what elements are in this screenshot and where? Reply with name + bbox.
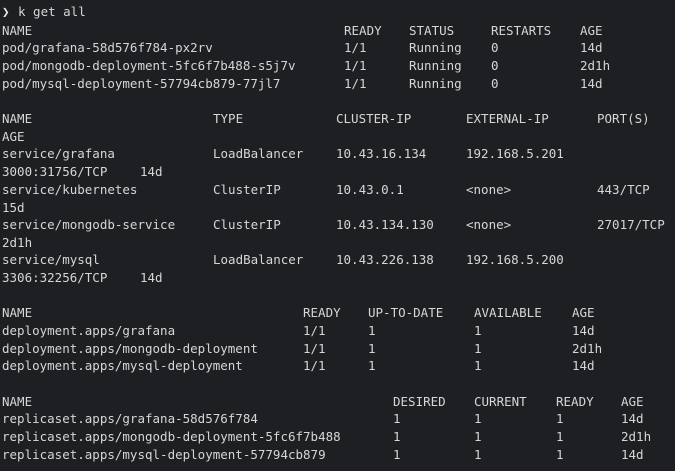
table-cell: deployment.apps/mysql-deployment <box>2 358 243 373</box>
table-cell: <none> <box>466 182 512 197</box>
table-cell: 10.43.0.1 <box>336 182 404 197</box>
table-cell: service/grafana <box>2 146 115 161</box>
column-header: NAME <box>2 394 33 409</box>
table-cell: service/mysql <box>2 252 100 267</box>
table-cell: replicaset.apps/grafana-58d576f784 <box>2 411 258 426</box>
column-header: AGE <box>572 305 595 320</box>
table-cell: 1 <box>556 411 564 426</box>
table-cell: 1 <box>556 447 564 462</box>
column-header: PORT(S) <box>597 111 650 126</box>
table-cell: 1 <box>474 341 482 356</box>
table-cell: 14d <box>140 164 163 179</box>
table-cell: 2d1h <box>621 429 652 444</box>
table-cell: 14d <box>621 411 644 426</box>
table-cell: 1 <box>474 323 482 338</box>
table-cell: deployment.apps/mongodb-deployment <box>2 341 258 356</box>
table-cell: replicaset.apps/mysql-deployment-57794cb… <box>2 447 326 462</box>
table-cell: LoadBalancer <box>213 146 304 161</box>
table-cell: 27017/TCP <box>597 217 665 232</box>
table-cell: 14d <box>580 40 603 55</box>
table-cell: 1 <box>474 447 482 462</box>
table-cell: 443/TCP <box>597 182 650 197</box>
table-cell: 1/1 <box>303 323 326 338</box>
table-cell: 15d <box>2 200 25 215</box>
column-header: CURRENT <box>474 394 527 409</box>
table-cell: 14d <box>140 270 163 285</box>
table-cell: <none> <box>466 217 512 232</box>
table-cell: 10.43.134.130 <box>336 217 434 232</box>
table-cell: 3000:31756/TCP <box>2 164 108 179</box>
table-cell: 14d <box>572 358 595 373</box>
column-header: STATUS <box>409 23 455 38</box>
table-cell: 1 <box>556 429 564 444</box>
column-header: AGE <box>621 394 644 409</box>
column-header: TYPE <box>213 111 244 126</box>
table-cell: 1/1 <box>303 358 326 373</box>
table-cell: 0 <box>491 58 499 73</box>
command-text: k get all <box>18 4 86 19</box>
table-cell: 2d1h <box>580 58 611 73</box>
column-header: UP-TO-DATE <box>368 305 444 320</box>
table-cell: 10.43.16.134 <box>336 146 427 161</box>
table-cell: 1 <box>393 411 401 426</box>
table-cell: 192.168.5.200 <box>466 252 564 267</box>
column-header: AGE <box>2 129 25 144</box>
terminal-window[interactable]: ❯ k get all NAME READY STATUS RESTARTS A… <box>0 0 675 471</box>
table-cell: ClusterIP <box>213 182 281 197</box>
table-cell: pod/mysql-deployment-57794cb879-77jl7 <box>2 76 281 91</box>
table-cell: 1 <box>368 323 376 338</box>
table-cell: service/kubernetes <box>2 182 138 197</box>
column-header: READY <box>303 305 341 320</box>
table-cell: pod/mongodb-deployment-5fc6f7b488-s5j7v <box>2 58 296 73</box>
column-header: NAME <box>2 23 33 38</box>
table-cell: 2d1h <box>572 341 603 356</box>
table-cell: 1 <box>474 358 482 373</box>
column-header: AGE <box>580 23 603 38</box>
column-header: READY <box>344 23 382 38</box>
column-header: CLUSTER-IP <box>336 111 412 126</box>
prompt-symbol: ❯ <box>2 4 10 19</box>
table-cell: replicaset.apps/mongodb-deployment-5fc6f… <box>2 429 341 444</box>
table-cell: LoadBalancer <box>213 252 304 267</box>
table-cell: ClusterIP <box>213 217 281 232</box>
table-cell: service/mongodb-service <box>2 217 176 232</box>
column-header: READY <box>556 394 594 409</box>
column-header: EXTERNAL-IP <box>466 111 549 126</box>
table-cell: 0 <box>491 76 499 91</box>
table-cell: 14d <box>621 447 644 462</box>
table-cell: 1 <box>368 341 376 356</box>
table-cell: Running <box>409 58 462 73</box>
table-cell: 1 <box>368 358 376 373</box>
table-cell: 14d <box>572 323 595 338</box>
column-header: NAME <box>2 111 33 126</box>
table-cell: 1 <box>474 411 482 426</box>
table-cell: 14d <box>580 76 603 91</box>
table-cell: Running <box>409 40 462 55</box>
table-cell: 1 <box>393 429 401 444</box>
table-cell: 1/1 <box>344 40 367 55</box>
table-cell: 1/1 <box>303 341 326 356</box>
table-cell: 3306:32256/TCP <box>2 270 108 285</box>
table-cell: 1 <box>474 429 482 444</box>
table-cell: 2d1h <box>2 235 33 250</box>
table-cell: deployment.apps/grafana <box>2 323 176 338</box>
table-cell: 1/1 <box>344 58 367 73</box>
table-cell: Running <box>409 76 462 91</box>
column-header: NAME <box>2 305 33 320</box>
table-cell: 1 <box>393 447 401 462</box>
table-cell: 10.43.226.138 <box>336 252 434 267</box>
column-header: AVAILABLE <box>474 305 542 320</box>
table-cell: 0 <box>491 40 499 55</box>
table-cell: 1/1 <box>344 76 367 91</box>
table-cell: pod/grafana-58d576f784-px2rv <box>2 40 213 55</box>
table-cell: 192.168.5.201 <box>466 146 564 161</box>
column-header: DESIRED <box>393 394 446 409</box>
column-header: RESTARTS <box>491 23 552 38</box>
